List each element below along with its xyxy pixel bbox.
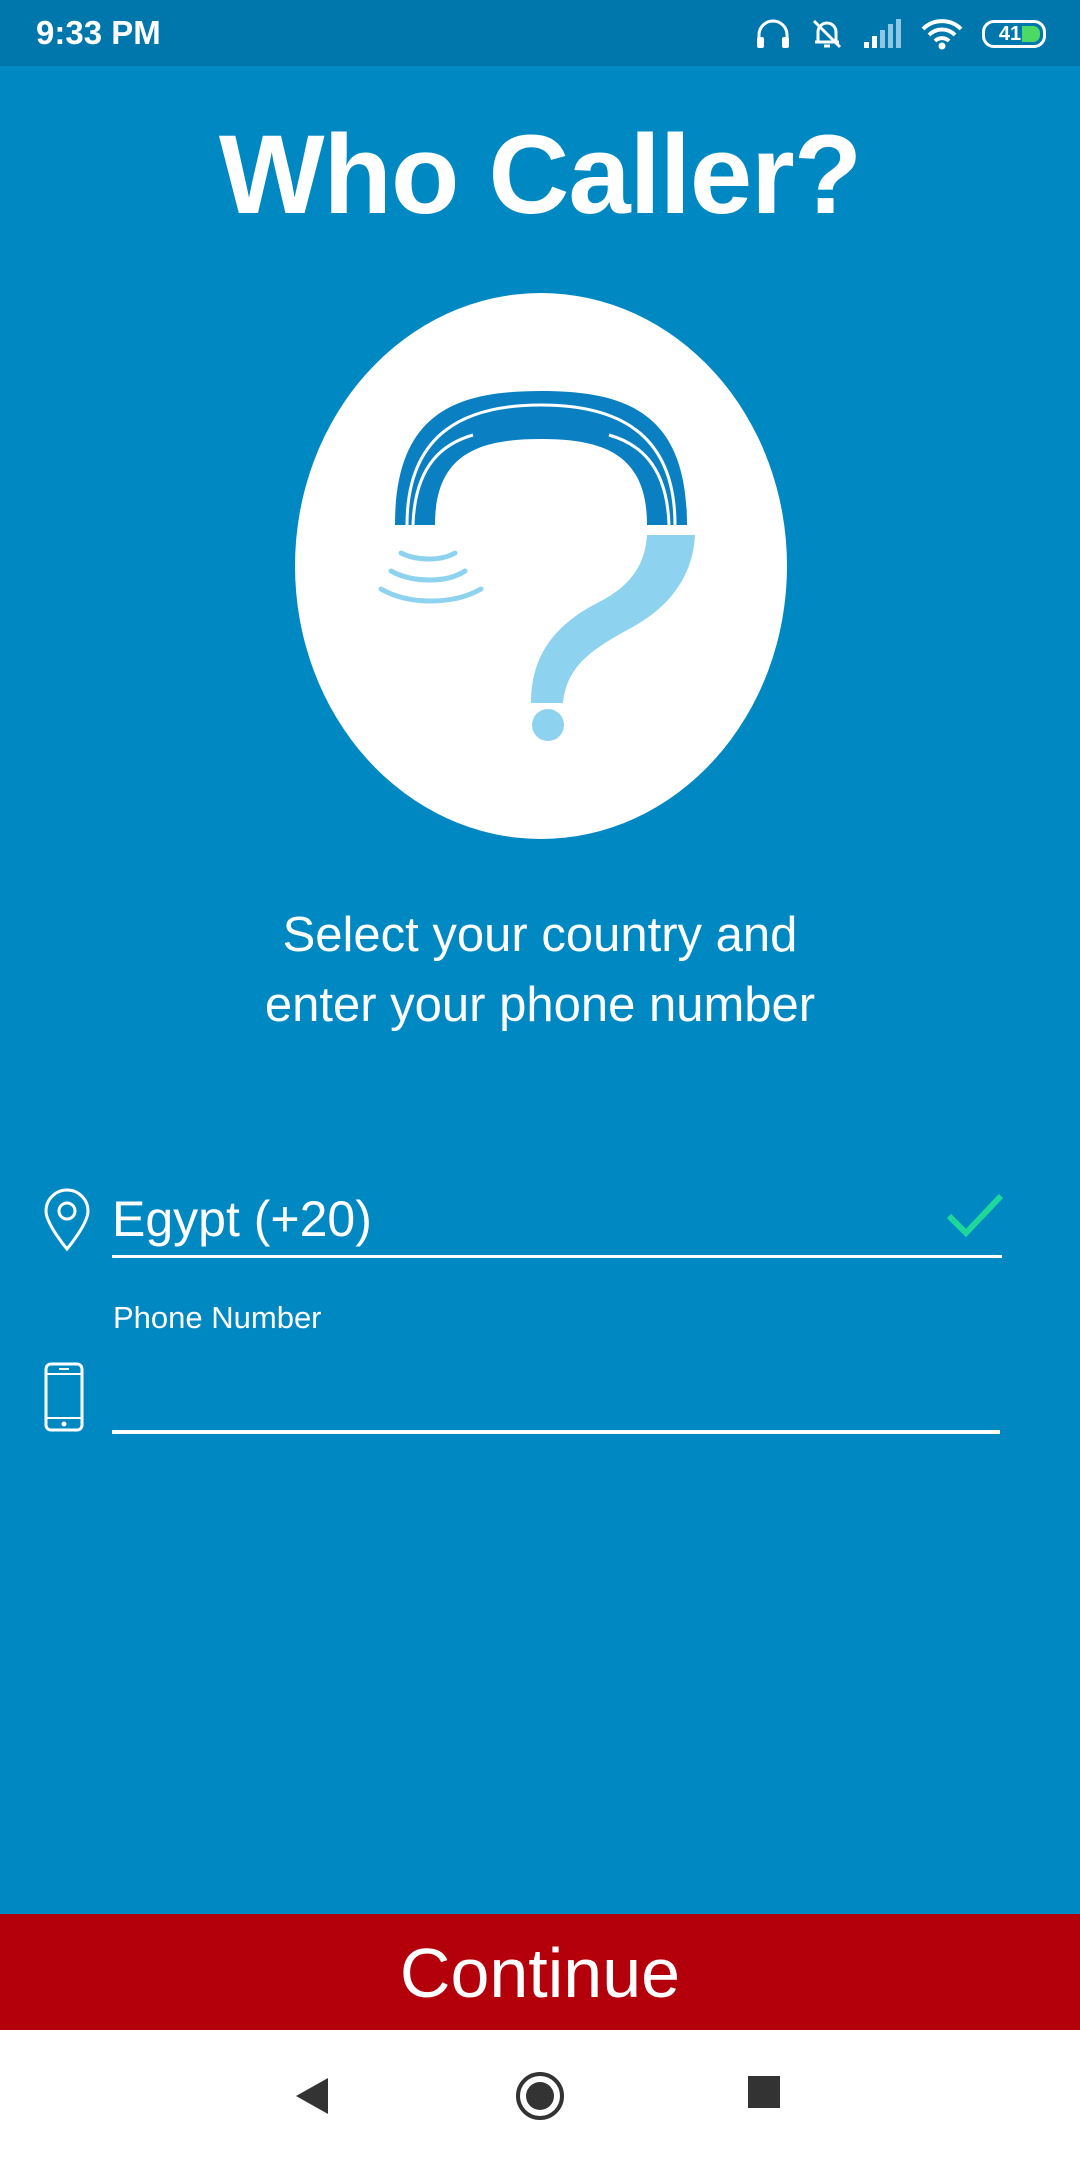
check-icon [946,1193,1004,1238]
continue-button[interactable]: Continue [0,1914,1080,2030]
home-icon[interactable] [514,2070,566,2122]
app-title: Who Caller? [218,112,862,237]
instructions: Select your country and enter your phone… [0,900,1080,1040]
instructions-line-1: Select your country and [282,908,798,962]
app-logo [295,293,787,840]
bell-muted-icon [812,19,842,49]
navigation-bar [0,2030,1080,2160]
status-icons: 41 [754,12,1046,56]
wifi-icon [921,19,963,50]
country-selector[interactable]: Egypt (+20) [112,1184,1004,1258]
phone-number-label: Phone Number [113,1300,322,1335]
phone-number-input[interactable] [112,1352,1000,1434]
status-bar: 9:33 PM 41 [0,0,1080,66]
mobile-phone-icon [44,1362,84,1432]
phone-question-logo-icon [295,293,787,839]
recents-icon[interactable] [746,2074,782,2110]
back-icon[interactable] [290,2074,330,2118]
instructions-line-2: enter your phone number [264,978,816,1032]
battery-icon: 41 [982,20,1046,48]
signal-icon [864,19,901,48]
battery-level: 41 [998,22,1022,45]
status-time: 9:33 PM [36,14,161,51]
headphones-icon [757,19,789,48]
location-pin-icon [44,1188,90,1252]
country-value: Egypt (+20) [112,1191,372,1247]
